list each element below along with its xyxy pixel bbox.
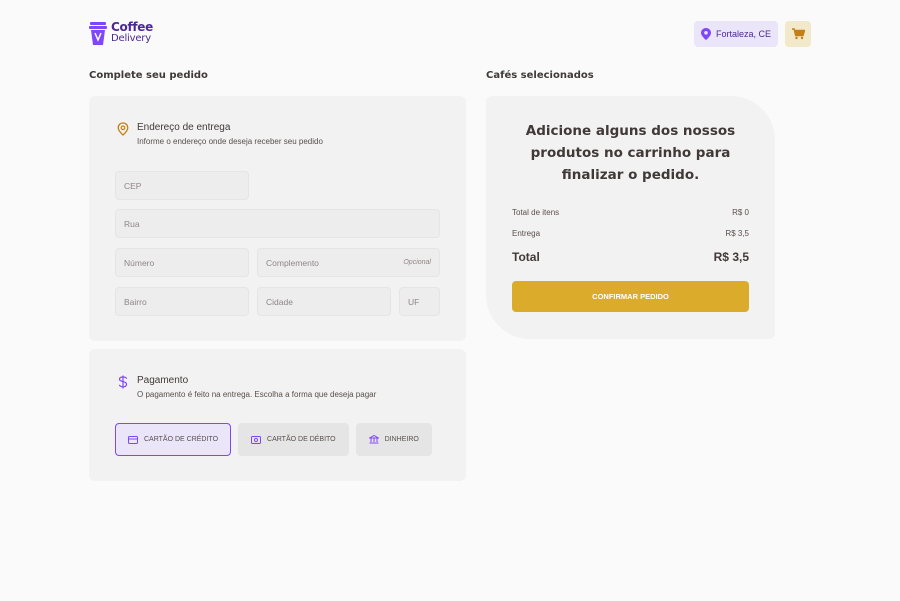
- complement-field[interactable]: Complemento Opcional: [257, 248, 440, 277]
- map-pin-icon: [700, 28, 711, 40]
- complement-placeholder: Complemento: [266, 257, 319, 268]
- grand-total-row: Total R$ 3,5: [512, 250, 749, 264]
- credit-card-icon: [128, 435, 138, 444]
- delivery-label: Entrega: [512, 229, 541, 238]
- payment-card: Pagamento O pagamento é feito na entrega…: [89, 349, 466, 481]
- shopping-cart-icon: [791, 28, 805, 40]
- cash-button[interactable]: DINHEIRO: [355, 423, 432, 456]
- neighborhood-placeholder: Bairro: [124, 296, 147, 307]
- number-field[interactable]: Número: [115, 248, 249, 277]
- credit-card-button[interactable]: CARTÃO DE CRÉDITO: [115, 423, 232, 456]
- cart-button[interactable]: [785, 21, 811, 47]
- neighborhood-field[interactable]: Bairro: [115, 287, 249, 316]
- street-placeholder: Rua: [124, 218, 140, 229]
- city-placeholder: Cidade: [266, 296, 293, 307]
- logo-subtitle: Delivery: [111, 33, 151, 44]
- debit-card-button[interactable]: CARTÃO DE DÉBITO: [238, 423, 349, 456]
- delivery-value: R$ 3,5: [725, 229, 749, 238]
- empty-cart-message: Adicione alguns dos nossos produtos no c…: [525, 123, 736, 183]
- delivery-row: Entrega R$ 3,5: [512, 229, 749, 238]
- grand-total-value: R$ 3,5: [713, 250, 749, 264]
- payment-subtitle: O pagamento é feito na entrega. Escolha …: [137, 390, 377, 399]
- address-card: Endereço de entrega Informe o endereço o…: [89, 96, 466, 341]
- city-field[interactable]: Cidade: [257, 287, 391, 316]
- items-total-row: Total de itens R$ 0: [512, 208, 749, 217]
- address-subtitle: Informe o endereço onde deseja receber s…: [137, 137, 323, 146]
- state-placeholder: UF: [408, 296, 420, 307]
- state-field[interactable]: UF: [399, 287, 440, 316]
- items-total-value: R$ 0: [732, 208, 749, 217]
- street-field[interactable]: Rua: [115, 209, 440, 238]
- coffee-cup-icon: [89, 22, 107, 45]
- address-title: Endereço de entrega: [137, 122, 231, 133]
- credit-card-label: CARTÃO DE CRÉDITO: [144, 436, 219, 443]
- dollar-sign-icon: [118, 375, 128, 389]
- confirm-order-label: CONFIRMAR PEDIDO: [592, 292, 669, 301]
- cash-label: DINHEIRO: [384, 436, 419, 443]
- items-total-label: Total de itens: [512, 208, 560, 217]
- cep-placeholder: CEP: [124, 180, 142, 191]
- address-header: Endereço de entrega Informe o endereço o…: [117, 122, 323, 147]
- header: Coffee Delivery Fortaleza, CE: [89, 18, 811, 52]
- logo-title: Coffee: [111, 20, 153, 34]
- confirm-order-button[interactable]: CONFIRMAR PEDIDO: [512, 281, 749, 312]
- bank-icon: [368, 435, 379, 444]
- order-section-title: Complete seu pedido: [89, 70, 208, 81]
- cep-field[interactable]: CEP: [115, 171, 249, 200]
- optional-label: Opcional: [403, 259, 431, 266]
- location-badge[interactable]: Fortaleza, CE: [693, 21, 778, 47]
- debit-card-label: CARTÃO DE DÉBITO: [267, 436, 336, 443]
- bank-card-icon: [251, 435, 262, 444]
- logo[interactable]: Coffee Delivery: [89, 19, 153, 47]
- selected-coffees-title: Cafés selecionados: [486, 70, 594, 81]
- payment-options: CARTÃO DE CRÉDITO CARTÃO DE DÉBITO DINHE…: [115, 423, 432, 456]
- location-text: Fortaleza, CE: [715, 29, 771, 39]
- payment-header: Pagamento O pagamento é feito na entrega…: [117, 375, 376, 400]
- number-placeholder: Número: [124, 257, 155, 268]
- order-summary-card: Adicione alguns dos nossos produtos no c…: [486, 96, 775, 339]
- map-pin-outline-icon: [117, 122, 129, 136]
- payment-title: Pagamento: [137, 375, 189, 386]
- grand-total-label: Total: [512, 250, 540, 264]
